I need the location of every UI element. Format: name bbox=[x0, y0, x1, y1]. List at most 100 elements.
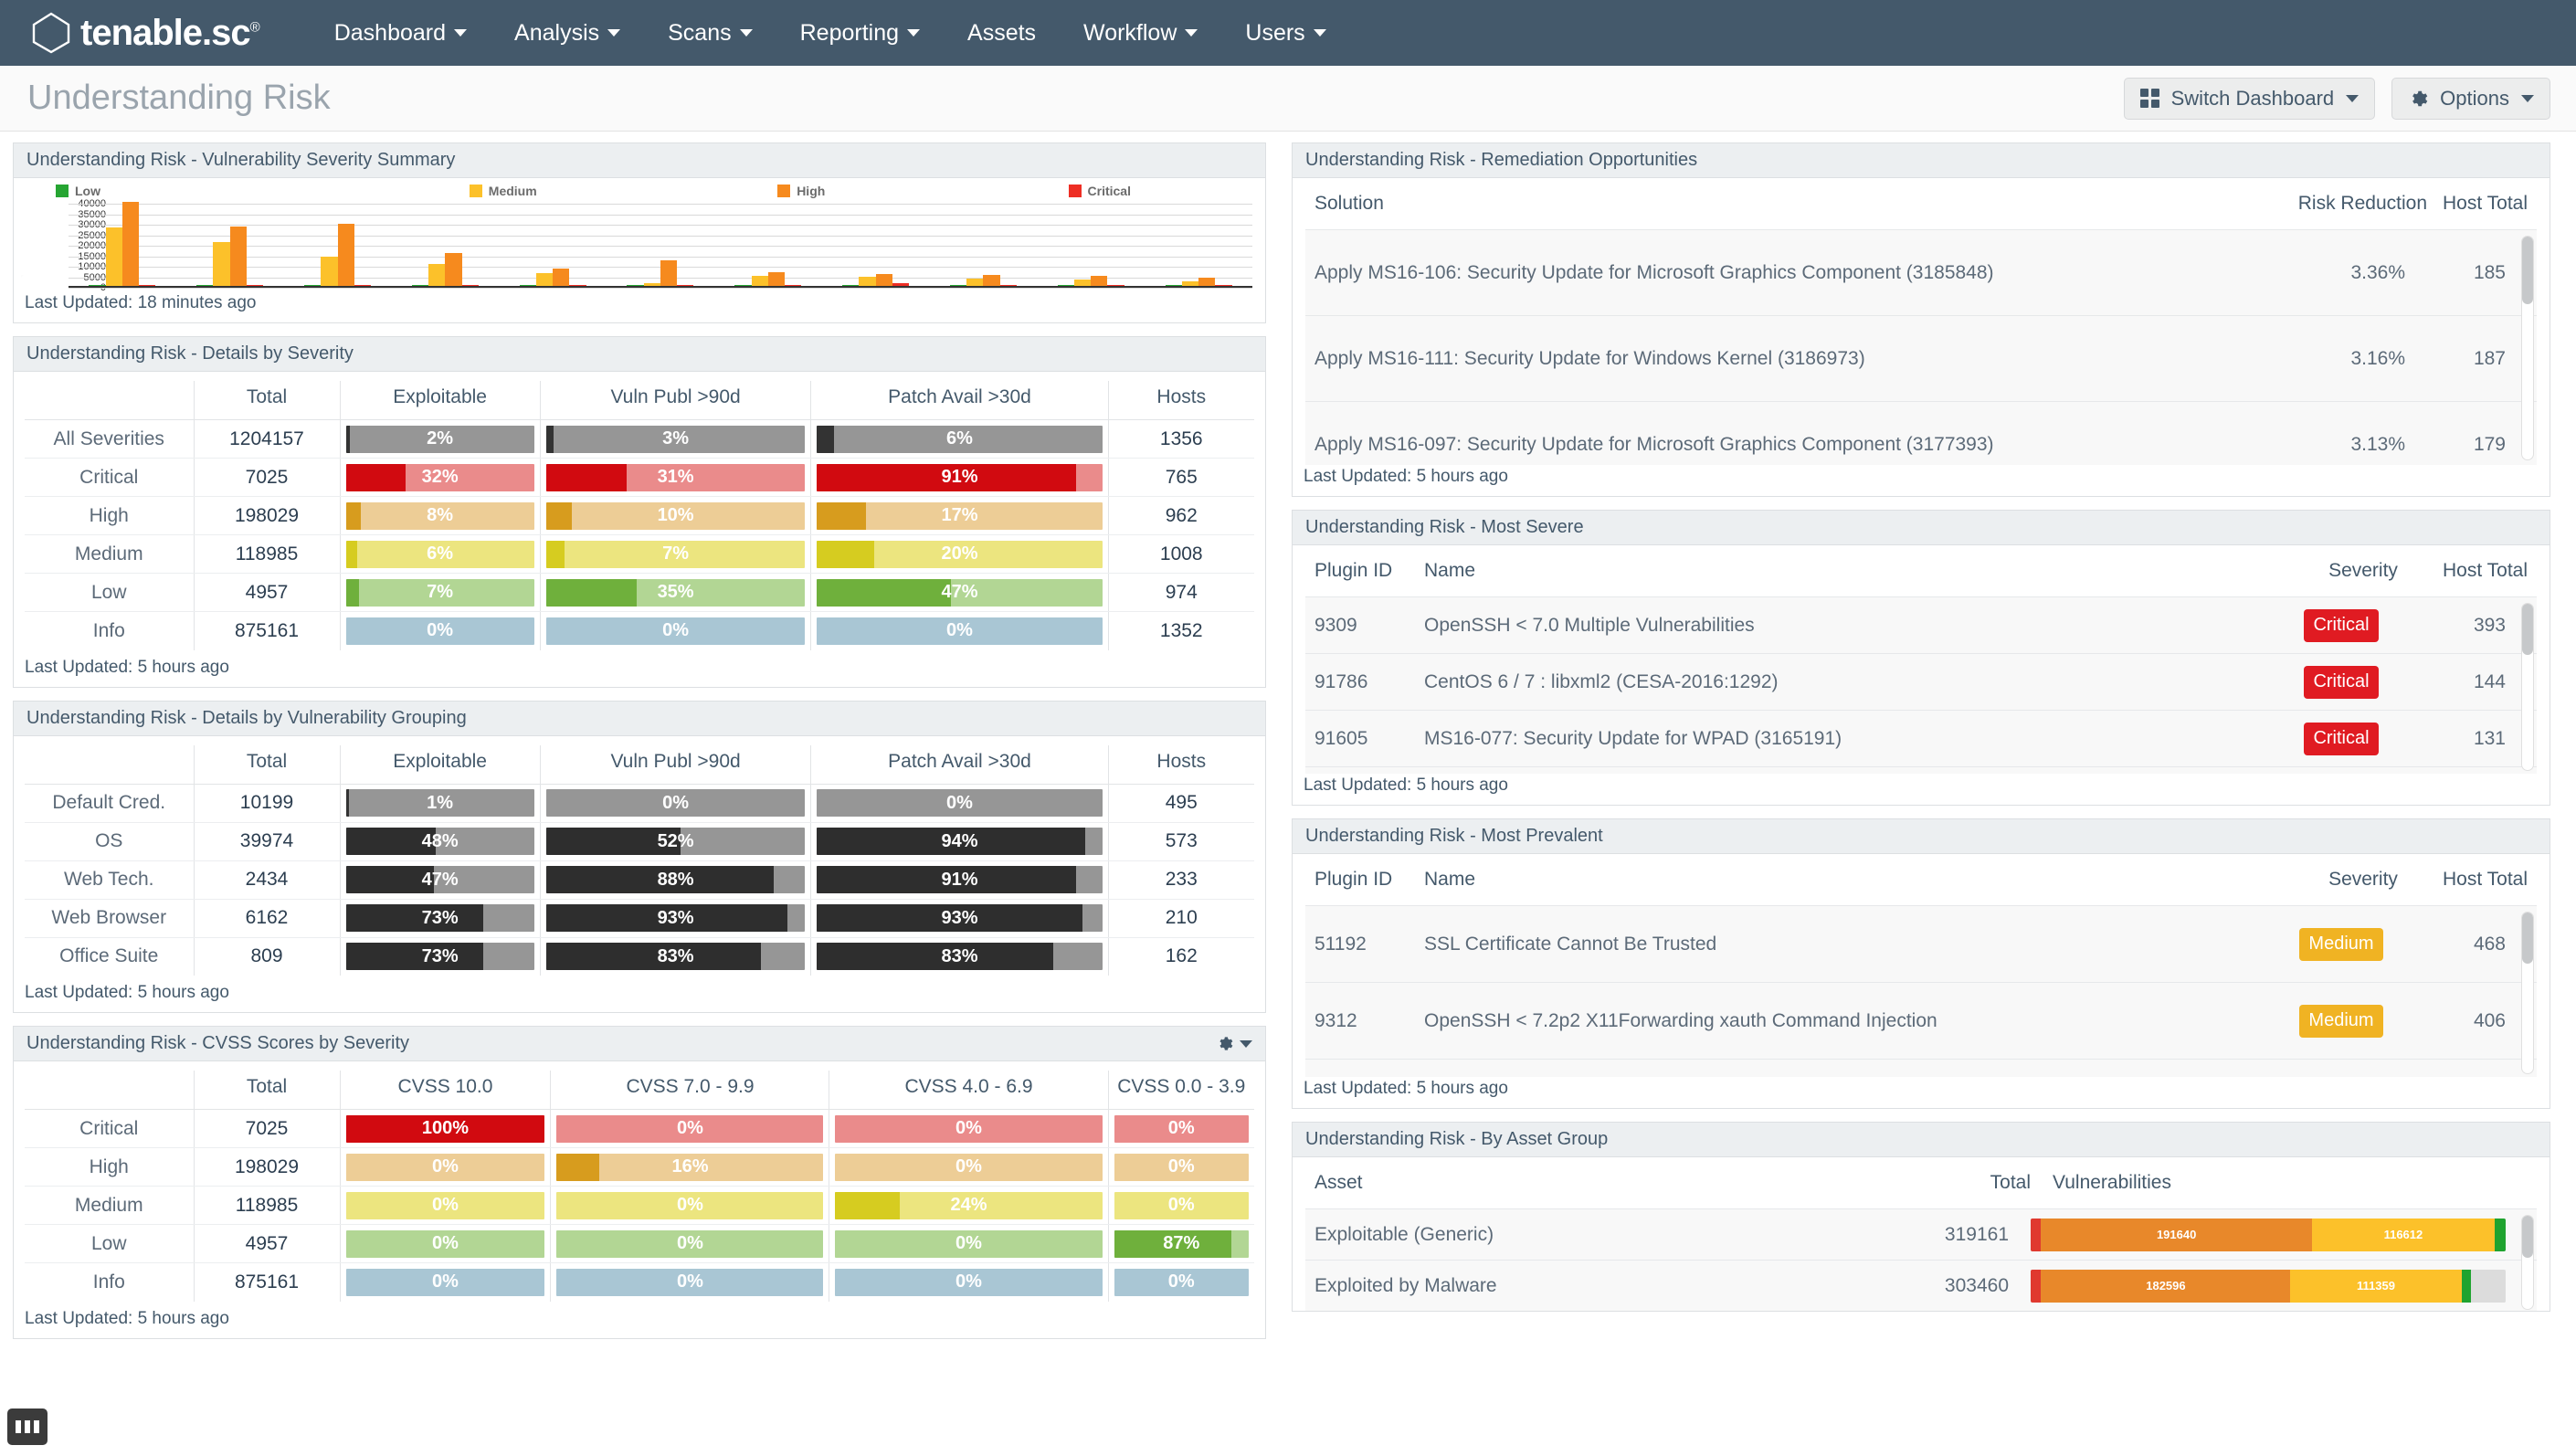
table-row[interactable]: 9309 OpenSSH < 7.0 Multiple Vulnerabiliti… bbox=[1305, 597, 2537, 654]
legend-label: High bbox=[797, 184, 826, 198]
solution-text: Apply MS16-097: Security Update for Micr… bbox=[1314, 433, 1994, 455]
table-row[interactable]: 51192 SSL Certificate Cannot Be Trusted Me… bbox=[1305, 906, 2537, 983]
table-row[interactable]: All Severities 1204157 2% 3% 6% 1356 bbox=[25, 419, 1254, 459]
plugin-name-value: OpenSSH < 7.0 Multiple Vulnerabilities bbox=[1424, 614, 1755, 636]
nav-item-scans[interactable]: Scans bbox=[644, 20, 776, 47]
options-button[interactable]: Options bbox=[2391, 77, 2550, 120]
table-row[interactable]: Critical 7025 32% 31% 91% 765 bbox=[25, 458, 1254, 497]
table-row[interactable]: Critical 7025 100% 0% 0% 0% bbox=[25, 1109, 1254, 1148]
last-updated: Last Updated: 5 hours ago bbox=[25, 983, 229, 1002]
stacked-bar-segment: 191640 bbox=[2041, 1218, 2312, 1251]
scrollbar-thumb[interactable] bbox=[2522, 237, 2533, 304]
taskbar-window-button[interactable] bbox=[7, 1409, 48, 1445]
table-row[interactable]: Medium 118985 0% 0% 24% 0% bbox=[25, 1186, 1254, 1225]
scrollbar-thumb[interactable] bbox=[2522, 604, 2533, 655]
column-header: CVSS 10.0 bbox=[340, 1071, 552, 1110]
brand-logo[interactable]: tenable.sc® bbox=[31, 12, 260, 54]
progress-bar: 83% bbox=[817, 943, 1103, 971]
row-total: 6162 bbox=[194, 899, 341, 938]
scrollbar-thumb[interactable] bbox=[2522, 913, 2533, 964]
table-row[interactable]: Medium 118985 6% 7% 20% 1008 bbox=[25, 534, 1254, 574]
asset-group-list[interactable]: Exploitable (Generic) 319161 191640 116612 E… bbox=[1305, 1208, 2537, 1311]
table-row[interactable]: 91786 CentOS 6 / 7 : libxml2 (CESA-2016:1… bbox=[1305, 654, 2537, 711]
table-row[interactable]: Exploited by Malware 303460 182596 111359 bbox=[1305, 1261, 2537, 1311]
row-hosts: 573 bbox=[1108, 822, 1254, 861]
column-header: Hosts bbox=[1108, 744, 1254, 785]
table-row[interactable]: Low 4957 7% 35% 47% 974 bbox=[25, 573, 1254, 612]
stacked-bar-segment bbox=[2471, 1269, 2506, 1303]
row-label: High bbox=[25, 1147, 195, 1187]
table-row[interactable]: High 198029 8% 10% 17% 962 bbox=[25, 496, 1254, 535]
table-row[interactable]: 9312 OpenSSH < 7.2p2 X11Forwarding xauth … bbox=[1305, 983, 2537, 1060]
table-row[interactable]: 7200TLS Certificate Signed Using Weak Ha… bbox=[1305, 1060, 2537, 1077]
most-prevalent-list[interactable]: 51192 SSL Certificate Cannot Be Trusted Me… bbox=[1305, 905, 2537, 1077]
panel-title: Understanding Risk - Details by Severity bbox=[26, 343, 354, 364]
table-row[interactable]: Apply MS16-097: Security Update for Micr… bbox=[1305, 402, 2537, 465]
table-row[interactable]: Apply MS16-111: Security Update for Wind… bbox=[1305, 316, 2537, 402]
dashboard-content: Understanding Risk - Vulnerability Sever… bbox=[0, 132, 2576, 1456]
panel-settings-button[interactable] bbox=[1216, 1035, 1252, 1052]
column-header: CVSS 4.0 - 6.9 bbox=[829, 1071, 1109, 1110]
progress-bar-label: 73% bbox=[421, 945, 459, 966]
nav-item-dashboard[interactable]: Dashboard bbox=[311, 20, 491, 47]
table-row[interactable]: High 198029 0% 16% 0% 0% bbox=[25, 1147, 1254, 1187]
panel-cvss-scores-by-severity: Understanding Risk - CVSS Scores by Seve… bbox=[13, 1026, 1266, 1339]
row-label: Low bbox=[25, 1224, 195, 1263]
scrollbar[interactable] bbox=[2521, 603, 2534, 771]
scrollbar[interactable] bbox=[2521, 236, 2534, 460]
table-row[interactable]: Office Suite 809 73% 83% 83% 162 bbox=[25, 937, 1254, 976]
table-row[interactable]: Low 4957 0% 0% 0% 87% bbox=[25, 1224, 1254, 1263]
nav-item-users[interactable]: Users bbox=[1221, 20, 1349, 47]
nav-item-assets[interactable]: Assets bbox=[944, 20, 1060, 47]
table-row[interactable]: Info 875161 0% 0% 0% 0% bbox=[25, 1262, 1254, 1302]
progress-bar-label: 24% bbox=[950, 1195, 987, 1215]
column-header bbox=[25, 1071, 195, 1110]
table-row[interactable]: 91605 MS16-077: Security Update for WPAD … bbox=[1305, 711, 2537, 767]
details-by-severity-table: Total Exploitable Vuln Publ >90d Patch Avai… bbox=[25, 381, 1254, 650]
table-row[interactable]: Info 875161 0% 0% 0% 1352 bbox=[25, 611, 1254, 650]
scrollbar-thumb[interactable] bbox=[2522, 1216, 2533, 1258]
progress-bar-label: 73% bbox=[421, 907, 459, 928]
row-metric: 20% bbox=[810, 534, 1109, 574]
progress-bar-label: 0% bbox=[432, 1233, 459, 1253]
legend-swatch bbox=[56, 185, 69, 197]
table-row[interactable]: OS 39974 48% 52% 94% 573 bbox=[25, 822, 1254, 861]
nav-item-reporting[interactable]: Reporting bbox=[776, 20, 944, 47]
stacked-bar-segment bbox=[2031, 1269, 2042, 1303]
progress-bar-label: 0% bbox=[946, 792, 973, 813]
chart-bar bbox=[121, 202, 140, 286]
table-row[interactable]: Exploitable (Generic) 319161 191640 116612 bbox=[1305, 1209, 2537, 1261]
progress-bar: 0% bbox=[1114, 1268, 1249, 1296]
progress-bar-label: 0% bbox=[1167, 1271, 1195, 1292]
progress-bar-label: 3% bbox=[662, 428, 690, 448]
table-row[interactable]: Apply MS16-106: Security Update for Micr… bbox=[1305, 230, 2537, 316]
remediation-list[interactable]: Apply MS16-106: Security Update for Micr… bbox=[1305, 229, 2537, 465]
risk-reduction-value: 3.13% bbox=[2350, 433, 2405, 455]
progress-bar: 0% bbox=[1114, 1191, 1249, 1219]
progress-bar-label: 52% bbox=[657, 830, 694, 851]
progress-bar-label: 0% bbox=[1167, 1195, 1195, 1215]
most-severe-list[interactable]: 9309 OpenSSH < 7.0 Multiple Vulnerabiliti… bbox=[1305, 596, 2537, 774]
nav-item-workflow[interactable]: Workflow bbox=[1060, 20, 1221, 47]
row-metric: 0% bbox=[550, 1262, 830, 1302]
progress-bar: 100% bbox=[345, 1114, 545, 1143]
progress-bar-label: 83% bbox=[657, 945, 694, 966]
nav-item-analysis[interactable]: Analysis bbox=[491, 20, 644, 47]
host-total-value: 185 bbox=[2473, 261, 2506, 283]
chevron-down-icon bbox=[1185, 29, 1198, 37]
row-metric: 47% bbox=[340, 860, 541, 900]
table-row[interactable]: Web Browser 6162 73% 93% 93% 210 bbox=[25, 899, 1254, 938]
row-label: Critical bbox=[25, 458, 195, 497]
plugin-id-value: 91786 bbox=[1314, 670, 1368, 692]
details-by-grouping-table: Total Exploitable Vuln Publ >90d Patch Avai… bbox=[25, 744, 1254, 976]
panel-title: Understanding Risk - Details by Vulnerab… bbox=[26, 707, 467, 728]
scrollbar[interactable] bbox=[2521, 912, 2534, 1074]
table-row[interactable]: Web Tech. 2434 47% 88% 91% 233 bbox=[25, 860, 1254, 900]
progress-bar: 73% bbox=[345, 943, 534, 971]
table-row[interactable]: 89059CentOS 6 / 7 : openssl (CESA-2016:0… bbox=[1305, 767, 2537, 774]
table-row[interactable]: Default Cred. 10199 1% 0% 0% 495 bbox=[25, 784, 1254, 823]
scrollbar[interactable] bbox=[2521, 1215, 2534, 1310]
progress-bar: 47% bbox=[817, 578, 1103, 607]
panel-title: Understanding Risk - Most Severe bbox=[1305, 517, 1584, 537]
switch-dashboard-button[interactable]: Switch Dashboard bbox=[2123, 77, 2376, 120]
